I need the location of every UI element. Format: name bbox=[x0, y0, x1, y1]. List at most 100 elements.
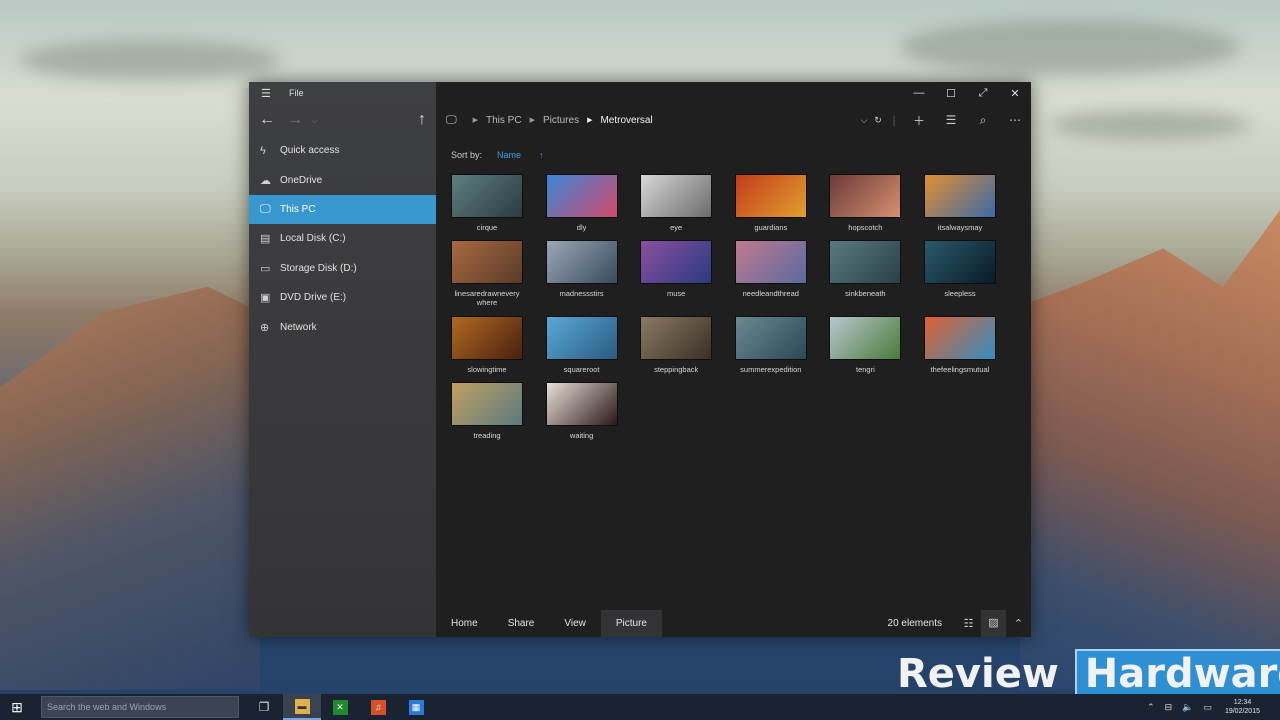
sort-direction-icon[interactable]: ↑ bbox=[539, 150, 544, 160]
computer-icon[interactable]: 🖵 bbox=[446, 114, 457, 127]
file-tile[interactable]: summerexpedition bbox=[734, 316, 807, 374]
file-tile[interactable]: cirque bbox=[451, 174, 523, 232]
file-tile[interactable]: dly bbox=[545, 174, 618, 232]
start-windows-icon[interactable]: ⊞ bbox=[0, 699, 34, 716]
file-tile[interactable]: linesaredrawnevery where bbox=[451, 240, 523, 308]
file-tile[interactable]: hopscotch bbox=[829, 174, 902, 232]
file-thumbnail[interactable] bbox=[451, 382, 523, 426]
file-thumbnail[interactable] bbox=[451, 316, 523, 360]
file-thumbnail[interactable] bbox=[640, 316, 713, 360]
sidebar-item-quick-access[interactable]: ϟ Quick access bbox=[249, 136, 436, 165]
file-thumbnail[interactable] bbox=[545, 240, 618, 284]
task-view-icon[interactable]: ❐ bbox=[245, 694, 283, 720]
sidebar-item-onedrive[interactable]: ☁ OneDrive bbox=[249, 165, 436, 194]
content-pane: — ☐ ⤢ ✕ 🖵 ▶ This PC ▶ Pictures ▶ Metrove… bbox=[436, 82, 1031, 637]
sidebar-item-dvd-drive-e[interactable]: ▣ DVD Drive (E:) bbox=[249, 283, 436, 312]
file-tile[interactable]: treading bbox=[451, 382, 523, 440]
sort-field-dropdown[interactable]: Name bbox=[497, 150, 521, 160]
file-tile[interactable]: thefeelingsmutual bbox=[924, 316, 996, 374]
clock[interactable]: 12:34 19/02/2015 bbox=[1225, 698, 1260, 716]
file-tile[interactable]: eye bbox=[640, 174, 713, 232]
file-tile[interactable]: sleepless bbox=[924, 240, 996, 298]
file-name: madnessstirs bbox=[559, 289, 604, 298]
sidebar-item-label: Storage Disk (D:) bbox=[280, 262, 357, 274]
file-thumbnail[interactable] bbox=[924, 240, 996, 284]
details-view-icon[interactable]: ☷ bbox=[956, 617, 981, 630]
cloud bbox=[1050, 110, 1250, 140]
breadcrumb-separator-icon[interactable]: ▶ bbox=[473, 116, 478, 124]
sidebar-item-network[interactable]: ⊕ Network bbox=[249, 312, 436, 341]
sidebar-item-this-pc[interactable]: 🖵 This PC bbox=[249, 194, 436, 225]
thumbnail-view-icon[interactable]: ▨ bbox=[981, 610, 1006, 637]
file-tile[interactable]: steppingback bbox=[640, 316, 713, 374]
file-thumbnail[interactable] bbox=[734, 174, 807, 218]
file-thumbnail[interactable] bbox=[829, 316, 902, 360]
file-tile[interactable]: tengri bbox=[829, 316, 902, 374]
tab-home[interactable]: Home bbox=[436, 610, 493, 637]
sidebar-item-storage-disk-d[interactable]: ▭ Storage Disk (D:) bbox=[249, 254, 436, 283]
calculator-icon[interactable]: ▦ bbox=[397, 694, 435, 720]
breadcrumb-separator-icon[interactable]: ▶ bbox=[530, 116, 535, 124]
xbox-icon[interactable]: ✕ bbox=[321, 694, 359, 720]
file-tile[interactable]: muse bbox=[640, 240, 713, 298]
hamburger-menu-icon[interactable]: ☰ bbox=[261, 87, 277, 100]
file-tile[interactable]: itsalwaysmay bbox=[924, 174, 996, 232]
back-arrow-icon[interactable]: ← bbox=[259, 111, 275, 129]
file-thumbnail[interactable] bbox=[640, 174, 713, 218]
file-thumbnail[interactable] bbox=[545, 174, 618, 218]
file-name: squareroot bbox=[563, 365, 600, 374]
recent-locations-chevron-icon[interactable]: ⌵ bbox=[311, 115, 318, 126]
close-button[interactable]: ✕ bbox=[999, 87, 1031, 100]
file-explorer-taskbar-icon[interactable]: ▬ bbox=[283, 694, 321, 720]
select-icon[interactable]: ☰ bbox=[935, 113, 967, 127]
network-tray-icon[interactable]: ⊟ bbox=[1165, 702, 1173, 713]
music-app-icon[interactable]: ♫ bbox=[359, 694, 397, 720]
tab-view[interactable]: View bbox=[549, 610, 601, 637]
file-thumbnail[interactable] bbox=[924, 316, 996, 360]
breadcrumb-this-pc[interactable]: This PC bbox=[486, 115, 522, 126]
file-thumbnail[interactable] bbox=[545, 382, 618, 426]
tray-overflow-chevron-icon[interactable]: ⌃ bbox=[1147, 702, 1155, 713]
file-tile[interactable]: madnessstirs bbox=[545, 240, 618, 298]
disk-icon: ▭ bbox=[260, 262, 271, 275]
file-menu[interactable]: File bbox=[289, 88, 304, 98]
file-tile[interactable]: guardians bbox=[734, 174, 807, 232]
file-tile[interactable]: slowingtime bbox=[451, 316, 523, 374]
taskbar-search-box[interactable]: Search the web and Windows bbox=[41, 696, 239, 718]
breadcrumb-pictures[interactable]: Pictures bbox=[543, 115, 579, 126]
file-thumbnail[interactable] bbox=[924, 174, 996, 218]
collapse-ribbon-chevron-icon[interactable]: ⌃ bbox=[1006, 617, 1031, 630]
breadcrumb-separator-icon[interactable]: ▶ bbox=[587, 116, 592, 124]
new-item-icon[interactable]: ＋ bbox=[903, 112, 935, 129]
file-thumbnail[interactable] bbox=[545, 316, 618, 360]
file-thumbnail[interactable] bbox=[640, 240, 713, 284]
file-thumbnail[interactable] bbox=[829, 174, 902, 218]
refresh-icon[interactable]: ↻ bbox=[871, 115, 885, 126]
notification-icon[interactable]: ▭ bbox=[1203, 702, 1212, 713]
file-thumbnail[interactable] bbox=[451, 174, 523, 218]
search-icon[interactable]: ⌕ bbox=[967, 113, 999, 128]
file-thumbnail[interactable] bbox=[734, 240, 807, 284]
address-dropdown-icon[interactable]: ⌵ bbox=[857, 115, 871, 126]
more-options-icon[interactable]: ⋯ bbox=[999, 113, 1031, 127]
tab-share[interactable]: Share bbox=[493, 610, 550, 637]
file-tile[interactable]: squareroot bbox=[545, 316, 618, 374]
sidebar-item-label: Network bbox=[280, 321, 317, 333]
file-tile[interactable]: sinkbeneath bbox=[829, 240, 902, 298]
fullscreen-button[interactable]: ⤢ bbox=[967, 87, 999, 100]
file-thumbnail[interactable] bbox=[451, 240, 523, 284]
sidebar-item-local-disk-c[interactable]: ▤ Local Disk (C:) bbox=[249, 224, 436, 253]
file-tile[interactable]: needleandthread bbox=[734, 240, 807, 298]
file-tile[interactable]: waiting bbox=[545, 382, 618, 440]
file-thumbnail[interactable] bbox=[734, 316, 807, 360]
volume-icon[interactable]: 🔈 bbox=[1182, 702, 1193, 713]
forward-arrow-icon[interactable]: → bbox=[287, 111, 303, 129]
maximize-button[interactable]: ☐ bbox=[935, 87, 967, 100]
item-count-status: 20 elements bbox=[887, 618, 942, 629]
minimize-button[interactable]: — bbox=[903, 87, 935, 99]
tab-picture[interactable]: Picture bbox=[600, 610, 662, 637]
address-bar[interactable]: 🖵 ▶ This PC ▶ Pictures ▶ Metroversal ⌵ ↻… bbox=[436, 104, 1031, 136]
up-arrow-icon[interactable]: ↑ bbox=[418, 111, 426, 129]
file-thumbnail[interactable] bbox=[829, 240, 902, 284]
breadcrumb-metroversal[interactable]: Metroversal bbox=[600, 115, 652, 126]
